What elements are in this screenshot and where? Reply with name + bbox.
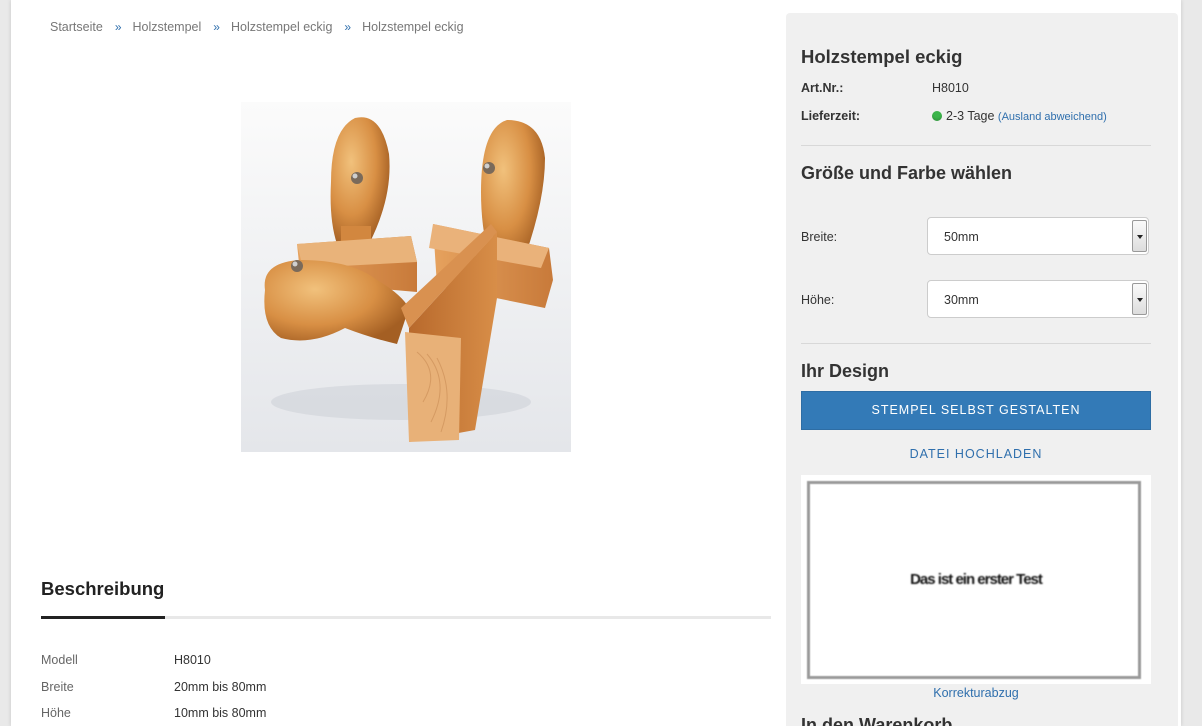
availability-dot-icon	[932, 111, 942, 121]
stamp-preview-text: Das ist ein erster Test	[910, 571, 1043, 588]
spec-key: Modell	[41, 653, 78, 667]
product-title: Holzstempel eckig	[801, 46, 963, 67]
divider	[801, 343, 1151, 344]
spec-value: 20mm bis 80mm	[174, 679, 267, 694]
spec-key: Breite	[41, 679, 74, 694]
width-selected-value: 50mm	[944, 230, 979, 244]
art-nr-label: Art.Nr.:	[801, 81, 844, 95]
description-title[interactable]: Beschreibung	[41, 578, 164, 600]
upload-file-link[interactable]: DATEI HOCHLADEN	[801, 447, 1151, 461]
spec-row: Breite 20mm bis 80mm	[41, 680, 266, 707]
height-label: Höhe:	[801, 293, 835, 307]
breadcrumb-separator: »	[344, 20, 352, 34]
breadcrumb-separator: »	[213, 20, 220, 34]
cart-heading: In den Warenkorb	[801, 715, 953, 726]
width-label: Breite:	[801, 230, 838, 244]
page-content: Startseite » Holzstempel » Holzstempel eckig…	[11, 0, 1181, 726]
spec-key: Höhe	[41, 706, 71, 720]
design-stamp-button[interactable]: STEMPEL SELBST GESTALTEN	[801, 391, 1151, 430]
width-select[interactable]: 50mm	[927, 217, 1149, 255]
breadcrumb-current: Holzstempel eckig	[362, 20, 464, 34]
spec-table: Modell H8010 Breite 20mm bis 80mm Höhe 1…	[41, 653, 266, 726]
spec-row: Höhe 10mm bis 80mm	[41, 706, 266, 726]
stamp-preview[interactable]: Das ist ein erster Test	[801, 475, 1151, 684]
product-sidebar: Holzstempel eckig Art.Nr.: H8010 Lieferz…	[786, 13, 1178, 726]
height-selected-value: 30mm	[944, 293, 979, 307]
breadcrumb-startseite[interactable]: Startseite	[50, 20, 103, 34]
height-select[interactable]: 30mm	[927, 280, 1149, 318]
proof-link[interactable]: Korrekturabzug	[801, 686, 1151, 700]
description-tab-underline	[41, 616, 771, 619]
chevron-down-icon[interactable]	[1132, 220, 1147, 252]
spec-value: H8010	[174, 653, 211, 667]
spec-row: Modell H8010	[41, 653, 266, 680]
description-tab-active-indicator	[41, 616, 165, 619]
delivery-info: 2-3 Tage (Ausland abweichend)	[932, 109, 1107, 123]
size-color-heading: Größe und Farbe wählen	[801, 163, 1013, 183]
breadcrumb-holzstempel[interactable]: Holzstempel	[133, 20, 202, 34]
abroad-delivery-link[interactable]: (Ausland abweichend)	[998, 111, 1107, 123]
art-nr-value: H8010	[932, 81, 969, 95]
delivery-value: 2-3 Tage	[946, 109, 995, 123]
breadcrumb: Startseite » Holzstempel » Holzstempel eckig…	[50, 20, 464, 34]
wooden-stamps-illustration	[241, 102, 571, 452]
breadcrumb-separator: »	[114, 20, 122, 34]
breadcrumb-holzstempel-eckig[interactable]: Holzstempel eckig	[231, 20, 332, 34]
divider	[801, 145, 1151, 146]
product-image[interactable]	[241, 102, 571, 452]
delivery-label: Lieferzeit:	[801, 109, 861, 123]
spec-value: 10mm bis 80mm	[174, 706, 267, 720]
chevron-down-icon[interactable]	[1132, 283, 1147, 315]
design-heading: Ihr Design	[801, 361, 890, 381]
